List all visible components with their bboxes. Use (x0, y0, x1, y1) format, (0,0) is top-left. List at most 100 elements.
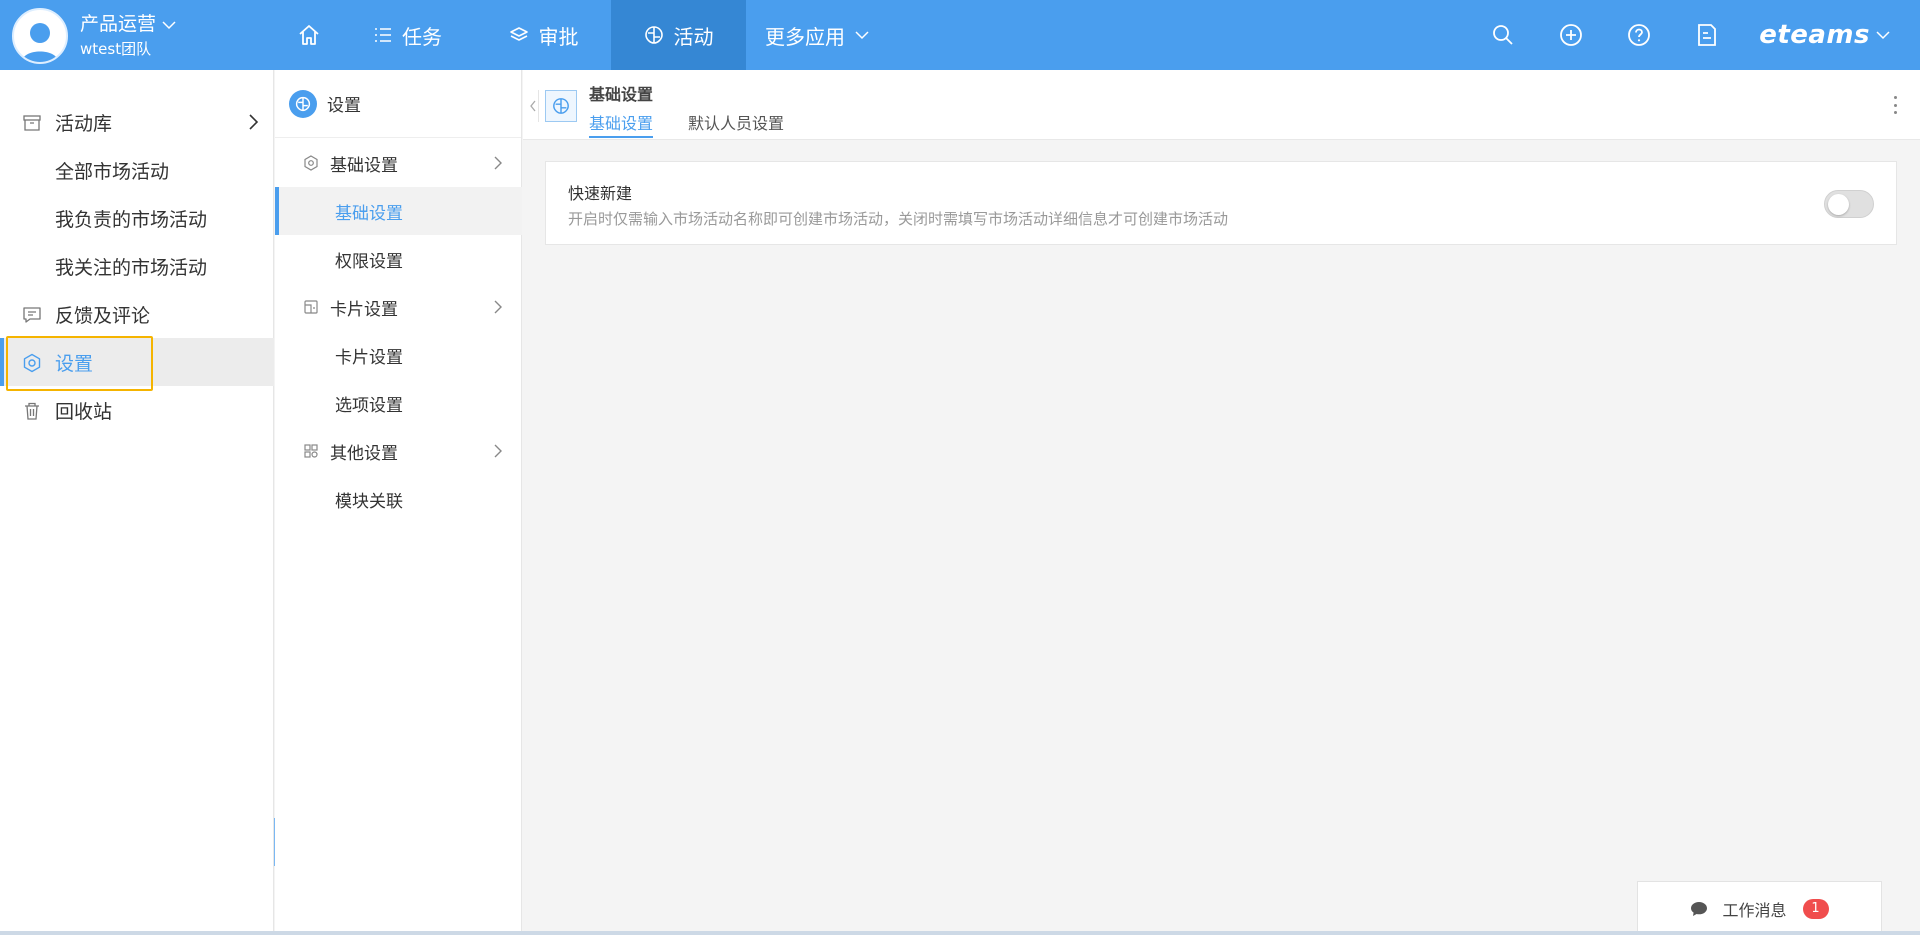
settings-item-basic[interactable]: 基础设置 (275, 187, 522, 235)
sidebar-item-label: 全部市场活动 (55, 160, 170, 183)
sidebar-item-all-activities[interactable]: 全部市场活动 (0, 146, 274, 194)
settings-item-label: 权限设置 (335, 251, 403, 272)
team-switcher[interactable]: 产品运营 wtest团队 (12, 8, 176, 64)
work-messages-button[interactable]: 工作消息 1 (1637, 881, 1882, 935)
sidebar-item-activity-library[interactable]: 活动库 (0, 98, 274, 146)
activity-icon (553, 98, 569, 114)
nav-approval[interactable]: 审批 (476, 0, 611, 70)
sidebar-item-recycle-bin[interactable]: 回收站 (0, 386, 274, 434)
chat-icon (1691, 901, 1708, 916)
archive-icon (23, 115, 41, 131)
quick-create-toggle[interactable] (1824, 190, 1874, 218)
chevron-down-icon[interactable] (162, 20, 176, 30)
grid-icon (304, 444, 318, 458)
activity-icon (644, 26, 663, 44)
nav-activity-label: 活动 (673, 24, 714, 49)
sidebar-item-my-activities[interactable]: 我负责的市场活动 (0, 194, 274, 242)
settings-panel: 设置 基础设置 基础设置 权限设置 卡片设置 卡片设置 选项设置 其他设置 模块… (275, 70, 522, 935)
nav-more-label: 更多应用 (765, 24, 845, 49)
help-icon (1628, 24, 1651, 46)
top-bar: 产品运营 wtest团队 任务 审批 活动 更多应用 eteams (0, 0, 1920, 70)
settings-item-permissions[interactable]: 权限设置 (275, 235, 522, 283)
message-count-badge: 1 (1802, 898, 1829, 919)
toggle-knob (1828, 194, 1849, 215)
chevron-left-icon (529, 100, 536, 112)
settings-item-card[interactable]: 卡片设置 (275, 331, 522, 379)
settings-group-label: 卡片设置 (330, 299, 398, 320)
setting-title: 快速新建 (568, 184, 633, 203)
settings-group-basic[interactable]: 基础设置 (275, 139, 522, 187)
more-options-button[interactable] (1890, 92, 1900, 118)
main-content: 基础设置 基础设置 默认人员设置 快速新建 开启时仅需输入市场活动名称即可创建市… (523, 70, 1920, 935)
home-icon (299, 25, 319, 45)
document-icon (1698, 24, 1717, 46)
settings-item-label: 模块关联 (335, 491, 403, 512)
top-navigation: 任务 审批 活动 更多应用 (278, 0, 888, 70)
main-header: 基础设置 基础设置 默认人员设置 (523, 70, 1920, 140)
search-icon (1493, 25, 1513, 45)
tab-basic-settings[interactable]: 基础设置 (589, 110, 654, 138)
settings-group-card[interactable]: 卡片设置 (275, 283, 522, 331)
settings-panel-header: 设置 (275, 70, 521, 138)
chevron-right-icon (494, 300, 502, 314)
sidebar-item-label: 回收站 (55, 400, 113, 423)
brand-logo: eteams (1759, 20, 1870, 50)
nav-tasks-label: 任务 (402, 24, 442, 49)
sidebar-item-followed-activities[interactable]: 我关注的市场活动 (0, 242, 274, 290)
add-button[interactable] (1537, 0, 1605, 70)
chevron-down-icon (855, 31, 869, 40)
sidebar: 活动库 全部市场活动 我负责的市场活动 我关注的市场活动 反馈及评论 设置 回收… (0, 70, 274, 935)
settings-item-label: 卡片设置 (335, 347, 403, 368)
sidebar-item-label: 我关注的市场活动 (55, 256, 208, 279)
settings-panel-title: 设置 (327, 96, 361, 116)
chevron-right-icon (249, 114, 259, 130)
tab-default-personnel[interactable]: 默认人员设置 (688, 110, 784, 138)
sidebar-item-label: 反馈及评论 (55, 304, 151, 327)
sidebar-item-feedback[interactable]: 反馈及评论 (0, 290, 274, 338)
comment-icon (23, 307, 41, 323)
sidebar-item-label: 设置 (55, 352, 94, 375)
more-icon (1893, 96, 1897, 99)
page-title: 基础设置 (589, 85, 654, 104)
module-icon (545, 90, 577, 122)
nav-more-apps[interactable]: 更多应用 (746, 0, 888, 70)
work-messages-label: 工作消息 (1722, 900, 1787, 920)
gear-icon (304, 155, 318, 171)
settings-item-module-link[interactable]: 模块关联 (275, 475, 522, 523)
trash-icon (25, 402, 39, 420)
brand-menu[interactable]: eteams (1759, 20, 1890, 50)
nav-tasks[interactable]: 任务 (340, 0, 476, 70)
chevron-right-icon (494, 444, 502, 458)
activity-icon (289, 89, 317, 118)
nav-activity[interactable]: 活动 (611, 0, 746, 70)
chevron-right-icon (494, 156, 502, 170)
settings-group-other[interactable]: 其他设置 (275, 427, 522, 475)
settings-item-label: 选项设置 (335, 395, 403, 416)
nav-approval-label: 审批 (538, 24, 579, 49)
settings-icon (23, 353, 41, 373)
chevron-down-icon (1876, 31, 1890, 40)
sidebar-item-label: 活动库 (55, 112, 113, 135)
user-icon (22, 23, 58, 62)
settings-group-label: 基础设置 (330, 155, 398, 176)
sidebar-item-label: 我负责的市场活动 (55, 208, 208, 231)
settings-group-label: 其他设置 (330, 443, 398, 464)
notes-button[interactable] (1673, 0, 1741, 70)
plus-circle-icon (1560, 24, 1583, 46)
nav-home[interactable] (278, 0, 340, 70)
team-subtitle: wtest团队 (80, 39, 152, 58)
quick-create-setting-card: 快速新建 开启时仅需输入市场活动名称即可创建市场活动，关闭时需填写市场活动详细信… (545, 161, 1897, 245)
help-button[interactable] (1605, 0, 1673, 70)
settings-item-label: 基础设置 (335, 203, 403, 224)
card-icon (304, 300, 318, 314)
search-button[interactable] (1469, 0, 1537, 70)
panel-collapse-button[interactable] (527, 90, 539, 122)
team-name[interactable]: 产品运营 (80, 13, 156, 35)
setting-description: 开启时仅需输入市场活动名称即可创建市场活动，关闭时需填写市场活动详细信息才可创建… (568, 210, 1229, 228)
layers-icon (509, 27, 528, 41)
settings-item-options[interactable]: 选项设置 (275, 379, 522, 427)
avatar[interactable] (12, 8, 68, 64)
sidebar-item-settings[interactable]: 设置 (0, 338, 274, 386)
list-icon (375, 28, 391, 42)
bottom-border (0, 931, 1920, 935)
